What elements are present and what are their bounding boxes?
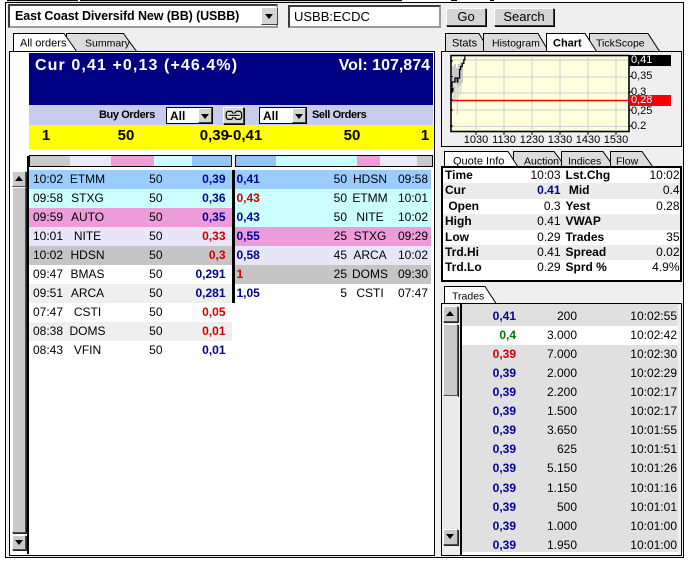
svg-text:Stats: Stats bbox=[452, 38, 478, 50]
svg-text:Trades: Trades bbox=[452, 291, 484, 303]
svg-text:Chart: Chart bbox=[553, 38, 582, 50]
svg-text:All orders: All orders bbox=[20, 38, 67, 50]
svg-text:TickScope: TickScope bbox=[596, 38, 645, 50]
svg-text:Summary: Summary bbox=[85, 38, 131, 50]
svg-text:Histogram: Histogram bbox=[492, 38, 540, 50]
